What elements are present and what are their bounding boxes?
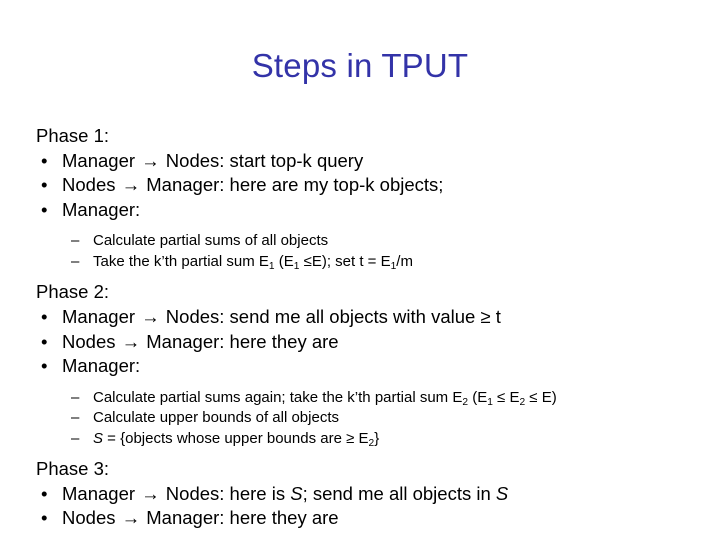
sub-list-item-text: Calculate partial sums again; take the k…	[93, 388, 557, 408]
list-item: • Nodes → Manager: here they are	[36, 506, 706, 531]
list-item-text-pre: Nodes	[62, 507, 121, 529]
arrow-icon: →	[141, 482, 160, 504]
list-item-text-pre: Manager:	[62, 355, 141, 377]
sub-list-item: – Calculate partial sums of all objects	[36, 231, 706, 252]
sub-list-item-text: S = {objects whose upper bounds are ≥ E2…	[93, 429, 380, 449]
list-item: • Nodes → Manager: here are my top-k obj…	[36, 173, 706, 198]
list-item: • Manager → Nodes: here is S; send me al…	[36, 482, 706, 507]
sub-list-item: – Take the k’th partial sum E1 (E1 ≤E); …	[36, 252, 706, 273]
list-item-text-pre: Nodes	[62, 330, 121, 352]
bullet-marker-icon: •	[41, 198, 48, 220]
slide-body: Phase 1: • Manager → Nodes: start top-k …	[36, 124, 706, 531]
arrow-icon: →	[121, 507, 141, 529]
arrow-icon: →	[121, 330, 141, 352]
bullet-marker-icon: •	[41, 149, 48, 171]
list-item: • Nodes → Manager: here they are	[36, 330, 706, 355]
dash-marker-icon: –	[71, 232, 80, 250]
bullet-marker-icon: •	[41, 330, 48, 352]
sub-list-1: – Calculate partial sums of all objects …	[36, 231, 706, 272]
arrow-icon: →	[141, 305, 160, 327]
phase-heading-1: Phase 1:	[36, 125, 110, 146]
list-item: • Manager → Nodes: send me all objects w…	[36, 305, 706, 330]
list-item: • Manager → Nodes: start top-k query	[36, 149, 706, 174]
list-item-text-post: Manager: here they are	[141, 507, 339, 529]
dash-marker-icon: –	[71, 388, 80, 406]
list-item-text-pre: Manager:	[62, 198, 141, 220]
dash-marker-icon: –	[71, 429, 80, 447]
set-symbol-s: S	[495, 482, 509, 504]
list-item: • Manager:	[36, 198, 706, 223]
set-symbol-s: S	[290, 482, 303, 504]
bullet-marker-icon: •	[41, 305, 48, 327]
list-item-text-pre: Manager	[62, 149, 141, 171]
phase-heading-2: Phase 2:	[36, 281, 110, 303]
bullet-marker-icon: •	[41, 355, 48, 377]
bullet-marker-icon: •	[41, 507, 48, 529]
arrow-icon: →	[141, 149, 160, 171]
sub-list-item-text: Take the k’th partial sum E1 (E1 ≤E); se…	[93, 252, 413, 272]
dash-marker-icon: –	[71, 252, 80, 270]
list-item-text-pre: Manager	[62, 305, 141, 327]
list-item-text-post: Nodes: start top-k query	[160, 149, 364, 171]
sub-list-item-text: Calculate partial sums of all objects	[93, 232, 329, 250]
list-item-text-post2: ; send me all objects in	[302, 482, 496, 504]
sub-list-item-text: Calculate upper bounds of all objects	[93, 409, 339, 427]
list-item-text-post: Manager: here they are	[141, 330, 339, 352]
dash-marker-icon: –	[71, 409, 80, 427]
arrow-icon: →	[121, 174, 141, 196]
list-item-text-post: Nodes: send me all objects with value ≥ …	[160, 305, 501, 327]
bullet-marker-icon: •	[41, 482, 48, 504]
list-item-text-pre: Nodes	[62, 174, 121, 196]
list-item: • Manager:	[36, 354, 706, 379]
list-item-text-post: Manager: here are my top-k objects;	[141, 174, 444, 196]
slide-canvas: Steps in TPUT Phase 1: • Manager → Nodes…	[0, 0, 720, 540]
list-item-text-pre: Manager	[62, 482, 141, 504]
sub-list-2: – Calculate partial sums again; take the…	[36, 388, 706, 450]
list-item-text-post: Nodes: here is	[160, 482, 291, 504]
page-title: Steps in TPUT	[251, 47, 469, 84]
sub-list-item: – Calculate partial sums again; take the…	[36, 388, 706, 409]
bullet-marker-icon: •	[41, 174, 48, 196]
sub-list-item: – S = {objects whose upper bounds are ≥ …	[36, 429, 706, 450]
sub-list-item: – Calculate upper bounds of all objects	[36, 408, 706, 429]
phase-heading-3: Phase 3:	[36, 458, 110, 480]
